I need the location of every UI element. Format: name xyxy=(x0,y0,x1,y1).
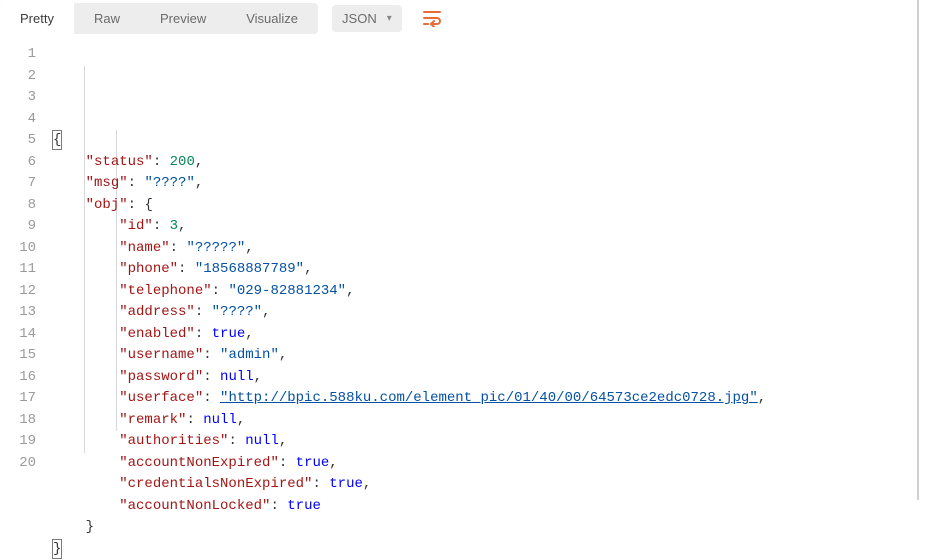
line-number: 7 xyxy=(0,173,36,195)
line-number: 20 xyxy=(0,453,36,475)
line-number: 2 xyxy=(0,66,36,88)
line-number: 17 xyxy=(0,388,36,410)
code-line: "accountNonLocked": true xyxy=(52,496,925,518)
line-number: 6 xyxy=(0,152,36,174)
chevron-down-icon: ▾ xyxy=(387,13,392,24)
code-line: "id": 3, xyxy=(52,216,925,238)
code-line: "status": 200, xyxy=(52,152,925,174)
line-number: 18 xyxy=(0,410,36,432)
code-line: "password": null, xyxy=(52,367,925,389)
response-body-viewer[interactable]: 1 2 3 4 5 6 7 8 9 10 11 12 13 14 15 16 1… xyxy=(0,36,925,560)
tab-raw[interactable]: Raw xyxy=(74,3,140,34)
format-select-label: JSON xyxy=(342,11,377,26)
code-line: } xyxy=(52,517,925,539)
code-line: "telephone": "029-82881234", xyxy=(52,281,925,303)
code-line: "enabled": true, xyxy=(52,324,925,346)
code-content[interactable]: { "status": 200, "msg": "????", "obj": {… xyxy=(52,44,925,560)
code-line: "name": "?????", xyxy=(52,238,925,260)
line-number: 5 xyxy=(0,130,36,152)
line-number: 19 xyxy=(0,431,36,453)
code-line: "msg": "????", xyxy=(52,173,925,195)
line-number: 15 xyxy=(0,345,36,367)
code-line: "remark": null, xyxy=(52,410,925,432)
code-line: "username": "admin", xyxy=(52,345,925,367)
tab-visualize[interactable]: Visualize xyxy=(226,3,318,34)
tab-pretty[interactable]: Pretty xyxy=(0,3,74,34)
view-mode-tabs: Pretty Raw Preview Visualize xyxy=(0,3,318,34)
code-line: "phone": "18568887789", xyxy=(52,259,925,281)
line-number: 13 xyxy=(0,302,36,324)
code-line: "authorities": null, xyxy=(52,431,925,453)
code-line: "userface": "http://bpic.588ku.com/eleme… xyxy=(52,388,925,410)
code-line: { xyxy=(52,130,925,152)
line-number: 16 xyxy=(0,367,36,389)
line-number: 1 xyxy=(0,44,36,66)
code-line: "accountNonExpired": true, xyxy=(52,453,925,475)
line-number: 9 xyxy=(0,216,36,238)
wrap-lines-icon xyxy=(423,9,443,27)
line-number-gutter: 1 2 3 4 5 6 7 8 9 10 11 12 13 14 15 16 1… xyxy=(0,44,52,560)
line-number: 12 xyxy=(0,281,36,303)
line-number: 3 xyxy=(0,87,36,109)
response-view-toolbar: Pretty Raw Preview Visualize JSON ▾ xyxy=(0,0,925,36)
code-line: "credentialsNonExpired": true, xyxy=(52,474,925,496)
code-line: } xyxy=(52,539,925,560)
tab-preview[interactable]: Preview xyxy=(140,3,226,34)
line-number: 10 xyxy=(0,238,36,260)
format-select[interactable]: JSON ▾ xyxy=(332,5,402,32)
code-line: "obj": { xyxy=(52,195,925,217)
line-number: 4 xyxy=(0,109,36,131)
code-line: "address": "????", xyxy=(52,302,925,324)
line-number: 8 xyxy=(0,195,36,217)
line-number: 11 xyxy=(0,259,36,281)
line-number: 14 xyxy=(0,324,36,346)
wrap-lines-button[interactable] xyxy=(416,2,450,34)
